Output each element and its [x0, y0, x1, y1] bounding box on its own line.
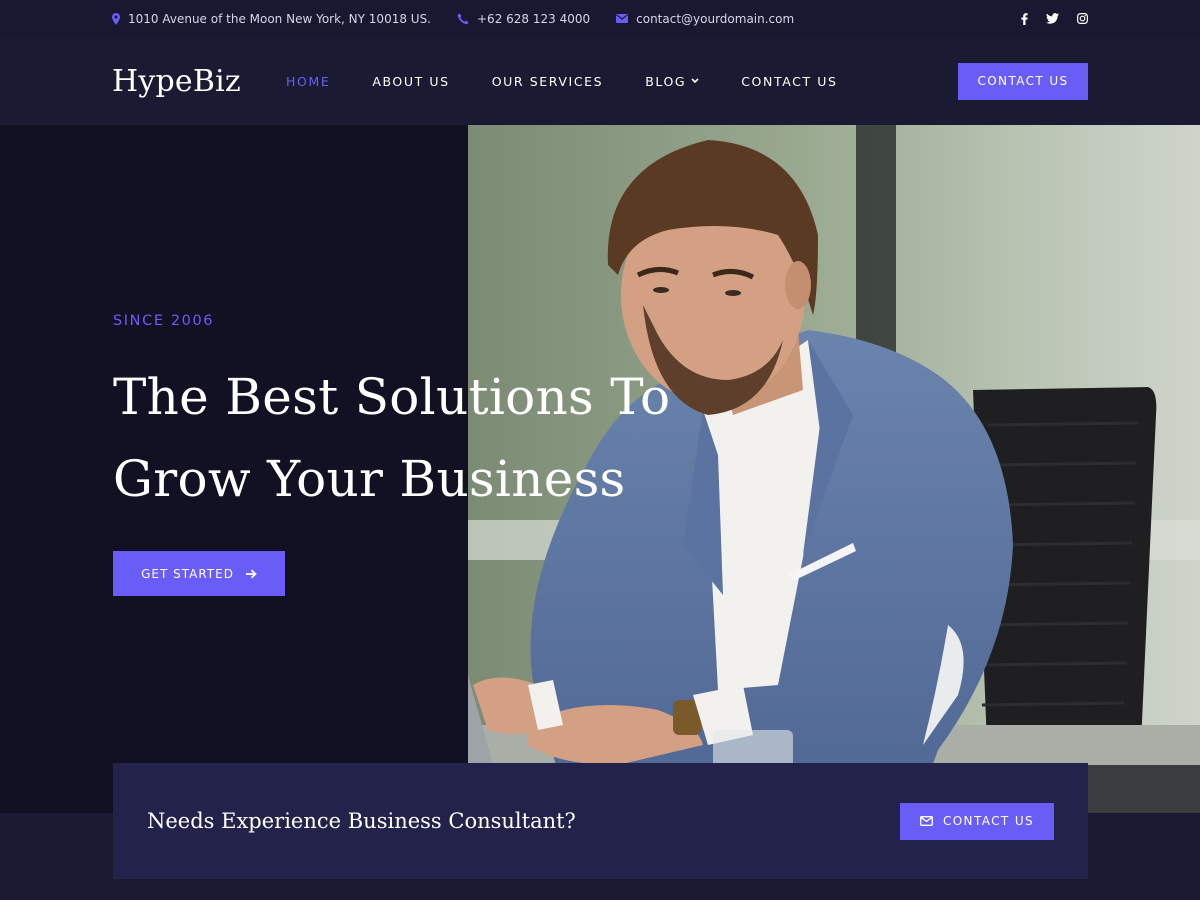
hero-headline: The Best Solutions To Grow Your Business [113, 356, 753, 520]
nav-item-blog[interactable]: BLOG [645, 74, 699, 89]
social-links [1021, 12, 1088, 25]
email-text[interactable]: contact@yourdomain.com [636, 12, 794, 26]
header-contact-button[interactable]: CONTACT US [958, 62, 1088, 100]
map-pin-icon [112, 12, 120, 25]
get-started-label: GET STARTED [141, 566, 234, 581]
instagram-icon[interactable] [1077, 13, 1088, 24]
nav-item-blog-label: BLOG [645, 73, 687, 89]
address-info: 1010 Avenue of the Moon New York, NY 100… [112, 12, 431, 26]
address-text: 1010 Avenue of the Moon New York, NY 100… [128, 11, 431, 26]
nav-item-our-services[interactable]: OUR SERVICES [492, 74, 603, 89]
cta-text: Needs Experience Business Consultant? [147, 809, 576, 833]
hero-headline-line-2: Grow Your Business [113, 450, 626, 508]
email-info: contact@yourdomain.com [616, 12, 794, 26]
nav-item-home[interactable]: HOME [286, 74, 330, 89]
envelope-icon [919, 816, 933, 826]
site-header: HypeBiz HOME ABOUT US OUR SERVICES BLOG … [0, 37, 1200, 125]
cta-contact-label: CONTACT US [942, 814, 1035, 828]
main-nav: HOME ABOUT US OUR SERVICES BLOG CONTACT … [286, 74, 880, 89]
hero-headline-line-1: The Best Solutions To [113, 368, 671, 426]
cta-contact-button[interactable]: CONTACT US [900, 802, 1054, 840]
twitter-icon[interactable] [1046, 13, 1059, 24]
top-info-bar: 1010 Avenue of the Moon New York, NY 100… [0, 0, 1200, 37]
envelope-icon [616, 14, 629, 23]
get-started-button[interactable]: GET STARTED [113, 551, 285, 596]
consultant-cta-box: Needs Experience Business Consultant? CO… [113, 763, 1088, 879]
arrow-right-icon [245, 569, 257, 579]
phone-icon [457, 13, 469, 24]
chevron-down-icon [691, 78, 699, 84]
site-logo[interactable]: HypeBiz [112, 64, 286, 99]
phone-info: +62 628 123 4000 [457, 12, 590, 26]
facebook-icon[interactable] [1021, 12, 1028, 25]
nav-item-contact-us[interactable]: CONTACT US [741, 74, 837, 89]
hero-eyebrow: SINCE 2006 [113, 313, 215, 329]
nav-item-about-us[interactable]: ABOUT US [372, 74, 449, 89]
phone-text[interactable]: +62 628 123 4000 [477, 12, 590, 26]
